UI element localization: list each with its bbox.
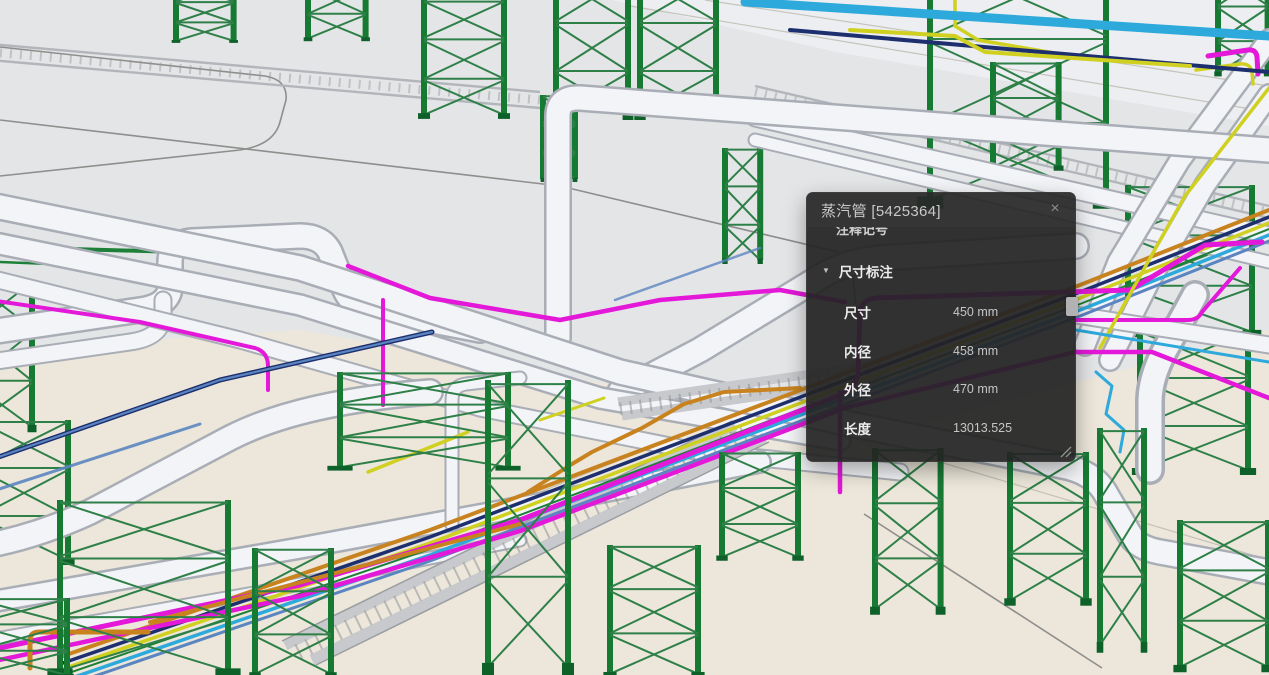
property-rows: 尺寸 450 mm 内径 458 mm 外径 470 mm 长度 13013.5…: [836, 293, 1061, 447]
property-value: 470 mm: [953, 382, 1061, 396]
bim-viewer-window: 蒸汽管 [5425364] × 注释记号 ▼ 尺寸标注 尺寸 450 mm 内径…: [0, 0, 1269, 675]
collapse-triangle-icon: ▼: [822, 267, 830, 275]
clipped-row-label: 注释记号: [836, 227, 1061, 238]
property-value: 13013.525: [953, 421, 1061, 435]
property-label: 外径: [844, 379, 953, 399]
resize-handle-icon[interactable]: [1059, 445, 1072, 458]
scrollbar-thumb[interactable]: [1066, 297, 1078, 316]
property-row-clipped[interactable]: 注释记号: [836, 227, 1061, 241]
property-label: 内径: [844, 341, 953, 361]
properties-panel[interactable]: 蒸汽管 [5425364] × 注释记号 ▼ 尺寸标注 尺寸 450 mm 内径…: [806, 192, 1076, 462]
group-header-dimensions[interactable]: ▼ 尺寸标注: [822, 262, 1061, 280]
panel-titlebar[interactable]: 蒸汽管 [5425364] ×: [807, 193, 1075, 227]
property-value: 450 mm: [953, 305, 1061, 319]
property-row-length[interactable]: 长度 13013.525: [836, 409, 1061, 448]
panel-body: 注释记号 ▼ 尺寸标注 尺寸 450 mm 内径 458 mm 外径 470 m…: [807, 227, 1075, 447]
property-row-outer-diameter[interactable]: 外径 470 mm: [836, 370, 1061, 409]
property-row-size[interactable]: 尺寸 450 mm: [836, 293, 1061, 332]
property-label: 长度: [844, 418, 953, 438]
group-label: 尺寸标注: [839, 261, 893, 281]
panel-title: 蒸汽管 [5425364]: [821, 200, 941, 221]
property-label: 尺寸: [844, 302, 953, 322]
property-row-inner-diameter[interactable]: 内径 458 mm: [836, 332, 1061, 371]
close-icon[interactable]: ×: [1045, 199, 1065, 219]
viewport-3d[interactable]: [0, 0, 1269, 675]
property-value: 458 mm: [953, 344, 1061, 358]
